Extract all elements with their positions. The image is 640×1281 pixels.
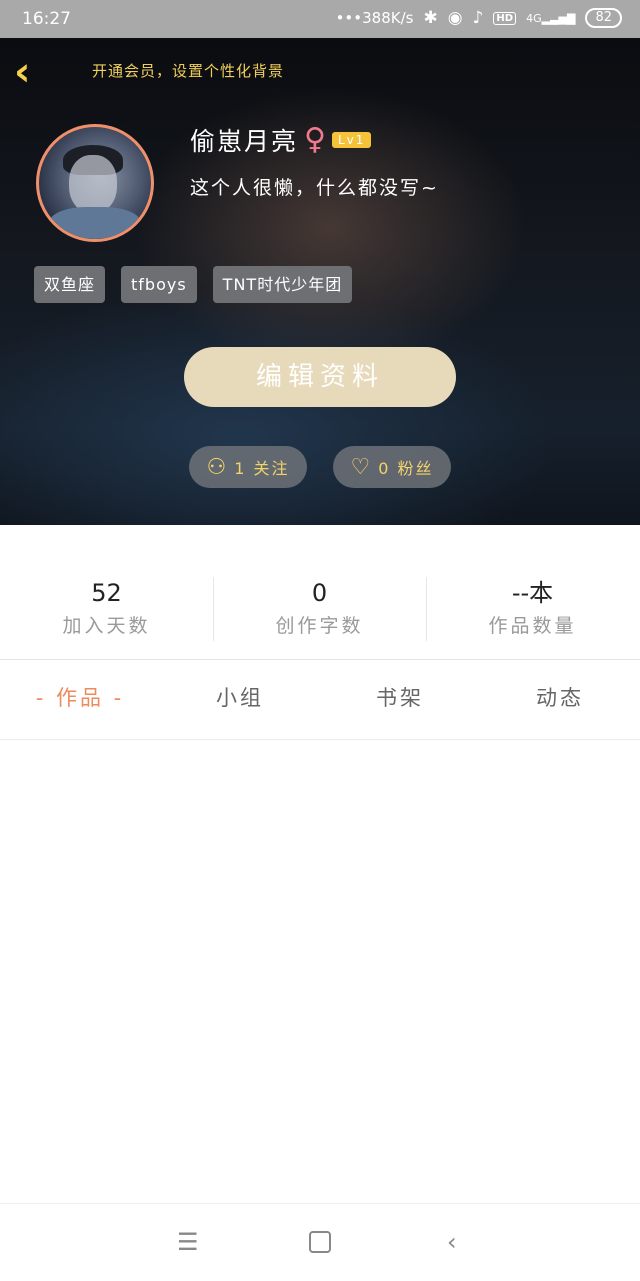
stat-label: 作品数量 <box>488 615 577 637</box>
tag-list: 双鱼座 tfboys TNT时代少年团 <box>34 266 353 303</box>
nickname: 偷崽月亮 ♀ Lv1 <box>190 122 372 158</box>
tag-item[interactable]: tfboys <box>121 266 197 303</box>
stat-label: 创作字数 <box>275 615 364 637</box>
heart-icon: ♡ <box>350 454 373 480</box>
stats-row: 52 加入天数 0 创作字数 --本 作品数量 <box>0 575 640 645</box>
battery-indicator: 82 <box>585 8 622 28</box>
status-time: 16:27 <box>22 9 71 29</box>
tab-works[interactable]: - 作品 - <box>0 672 160 724</box>
fans-button[interactable]: ♡ 0 粉丝 <box>333 446 451 488</box>
back-button[interactable]: ‹ <box>14 52 46 92</box>
chevron-left-icon: ‹ <box>14 49 31 95</box>
following-label: 1 关注 <box>234 459 290 478</box>
tag-item[interactable]: TNT时代少年团 <box>212 266 353 303</box>
toggle-icon: ◉ <box>447 8 463 28</box>
stat-join-days: 52 加入天数 <box>0 575 213 645</box>
level-badge: Lv1 <box>332 132 372 148</box>
fans-label: 0 粉丝 <box>378 459 434 478</box>
tag-item[interactable]: 双鱼座 <box>34 266 106 303</box>
system-nav-bar: ☰ ‹ <box>0 1203 640 1281</box>
vip-background-link[interactable]: 开通会员，设置个性化背景 <box>92 60 284 81</box>
following-button[interactable]: ⚇ 1 关注 <box>189 446 307 488</box>
avatar[interactable] <box>36 124 154 242</box>
stat-label: 加入天数 <box>62 615 151 637</box>
tab-bar: - 作品 - 小组 书架 动态 <box>0 672 640 724</box>
back-nav-icon[interactable]: ‹ <box>447 1228 457 1256</box>
stat-works-count: --本 作品数量 <box>426 575 639 645</box>
edit-profile-button[interactable]: 编辑资料 <box>184 347 456 407</box>
hd-badge: HD <box>493 11 517 25</box>
stat-value: 0 <box>311 579 328 607</box>
nickname-text: 偷崽月亮 <box>190 127 299 156</box>
bell-off-icon: ♪ <box>472 8 484 28</box>
divider <box>0 739 640 740</box>
tab-groups[interactable]: 小组 <box>160 672 320 724</box>
tab-bookshelf[interactable]: 书架 <box>320 672 480 724</box>
home-icon[interactable] <box>309 1231 331 1253</box>
status-icons: •••388K/s ✱ ◉ ♪ HD 4G▂▃▅▇ 82 <box>336 8 622 28</box>
stat-word-count: 0 创作字数 <box>213 575 426 645</box>
stat-value: --本 <box>511 579 554 607</box>
signal-icon: 4G▂▃▅▇ <box>526 11 576 25</box>
network-speed: •••388K/s <box>335 9 414 27</box>
divider <box>0 659 640 660</box>
status-bar: 16:27 •••388K/s ✱ ◉ ♪ HD 4G▂▃▅▇ 82 <box>0 0 640 38</box>
menu-icon[interactable]: ☰ <box>177 1228 199 1256</box>
profile-header: ‹ 开通会员，设置个性化背景 偷崽月亮 ♀ Lv1 这个人很懒，什么都没写~ 双… <box>0 38 640 525</box>
add-user-icon: ⚇ <box>206 454 229 480</box>
stat-value: 52 <box>91 579 122 607</box>
female-gender-icon: ♀ <box>304 122 328 157</box>
signature: 这个人很懒，什么都没写~ <box>190 177 439 199</box>
bluetooth-icon: ✱ <box>423 8 438 28</box>
tab-activity[interactable]: 动态 <box>480 672 640 724</box>
